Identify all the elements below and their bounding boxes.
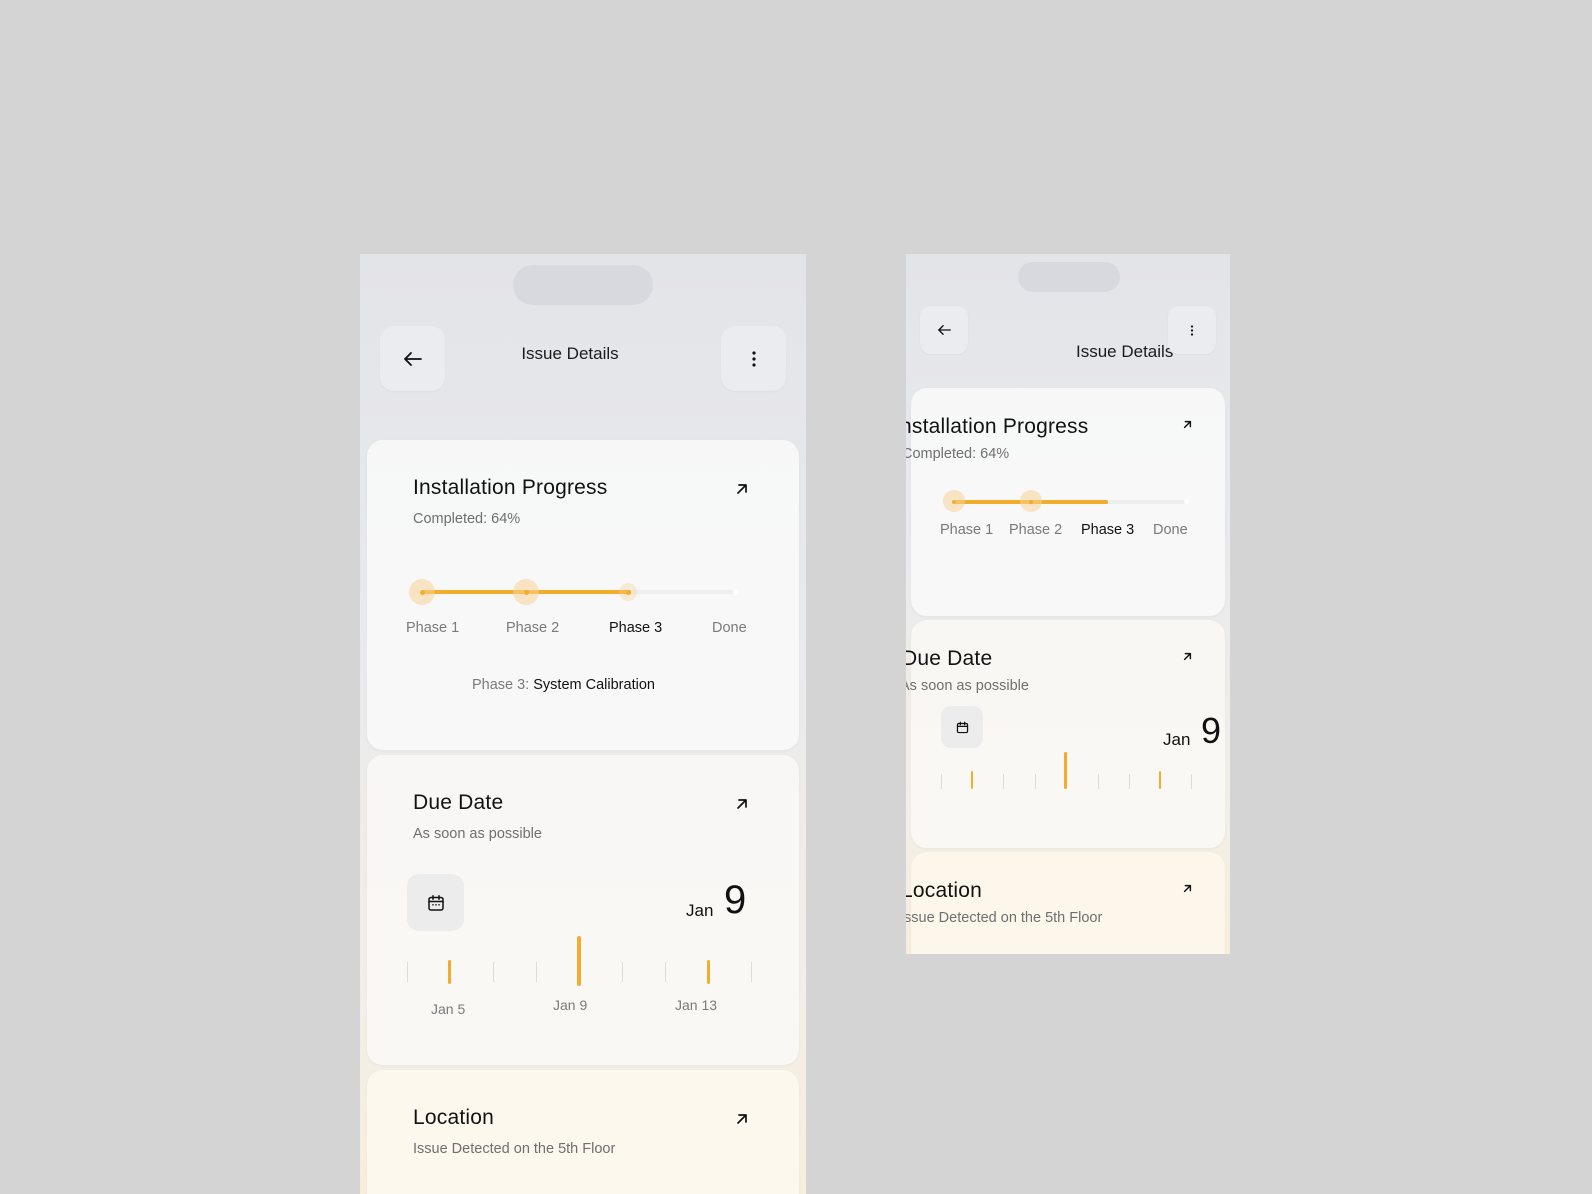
back-button[interactable]: [920, 306, 968, 354]
calendar-icon: [427, 894, 444, 911]
location-card[interactable]: Location Issue Detected on the 5th Floor: [367, 1070, 799, 1194]
phase-label-3: Phase 3: [609, 620, 663, 636]
location-title: Location: [906, 879, 982, 902]
done-dot: [733, 589, 739, 595]
arrow-up-right-icon[interactable]: [733, 1110, 751, 1128]
phase-label-1: Phase 1: [406, 620, 460, 636]
arrow-up-right-icon[interactable]: [1181, 650, 1194, 663]
location-subtitle: Issue Detected on the 5th Floor: [906, 910, 1103, 926]
due-date-card[interactable]: Due Date As soon as possible Jan 9: [906, 620, 1225, 848]
due-date-card[interactable]: Due Date As soon as possible Jan 9 Jan 5…: [367, 755, 799, 1065]
arrow-left-icon: [937, 325, 951, 335]
page-title: Issue Details: [521, 344, 619, 363]
due-date-title: Due Date: [906, 647, 993, 670]
phase-label-done: Done: [1153, 522, 1188, 538]
timeline-tick: [665, 962, 666, 982]
due-date-month: Jan: [686, 901, 714, 920]
installation-progress-card[interactable]: Installation Progress Completed: 64% Pha…: [906, 388, 1225, 616]
due-date-day: 9: [724, 878, 747, 922]
timeline-tick-jan13: [1159, 771, 1161, 789]
timeline-tick-jan5: [448, 960, 451, 984]
location-title: Location: [413, 1106, 494, 1129]
timeline-tick-jan9: [1064, 752, 1067, 789]
timeline-tick: [407, 962, 408, 982]
progress-subtitle: Completed: 64%: [906, 446, 1010, 462]
arrow-up-right-icon[interactable]: [1181, 418, 1194, 431]
timeline-label-jan13: Jan 13: [675, 997, 718, 1013]
timeline-tick-jan13: [707, 960, 710, 984]
dynamic-island: [513, 265, 653, 305]
timeline-tick: [751, 962, 752, 982]
more-options-button[interactable]: [1168, 306, 1216, 354]
timeline-tick: [1035, 774, 1036, 789]
location-subtitle: Issue Detected on the 5th Floor: [413, 1141, 616, 1157]
phase-3-dot: [626, 590, 631, 595]
phase-label-2: Phase 2: [1009, 522, 1063, 538]
phase-label-done: Done: [712, 620, 747, 636]
calendar-button[interactable]: [407, 874, 464, 931]
due-date-day: 9: [1201, 710, 1222, 751]
progress-subtitle: Completed: 64%: [413, 511, 521, 527]
timeline-tick: [941, 774, 942, 789]
due-date-subtitle: As soon as possible: [906, 678, 1029, 694]
phase-2-dot: [1029, 500, 1033, 504]
phase-1-dot: [952, 500, 956, 504]
arrow-up-right-icon[interactable]: [733, 795, 751, 813]
phase-label-1: Phase 1: [940, 522, 994, 538]
timeline-label-jan5: Jan 5: [431, 1001, 466, 1017]
more-vertical-icon: [1190, 324, 1194, 336]
phone-screen-large: Issue Details Installation Progress Comp…: [360, 254, 806, 1194]
arrow-up-right-icon[interactable]: [733, 480, 751, 498]
current-phase-prefix: Phase 3:: [472, 677, 534, 693]
page-title: Issue Details: [1076, 342, 1174, 361]
timeline-tick: [622, 962, 623, 982]
due-date-title: Due Date: [413, 791, 504, 814]
timeline-tick: [1129, 774, 1130, 789]
timeline-tick: [1191, 774, 1192, 789]
timeline-label-jan9: Jan 9: [553, 997, 588, 1013]
phase-2-dot: [524, 590, 529, 595]
timeline-tick: [1098, 774, 1099, 789]
done-dot: [1184, 499, 1189, 504]
more-options-button[interactable]: [721, 326, 786, 391]
installation-progress-card[interactable]: Installation Progress Completed: 64% Pha…: [367, 440, 799, 750]
current-phase-description: Phase 3: System Calibration: [472, 677, 655, 693]
phone-screen-small: Issue Details Installation Progress Comp…: [906, 254, 1230, 954]
phase-label-3: Phase 3: [1081, 522, 1135, 538]
location-card[interactable]: Location Issue Detected on the 5th Floor: [906, 852, 1225, 954]
current-phase-name: System Calibration: [533, 677, 655, 693]
timeline-tick: [536, 962, 537, 982]
due-date-subtitle: As soon as possible: [413, 826, 542, 842]
phase-label-2: Phase 2: [506, 620, 560, 636]
timeline-tick-jan9: [577, 936, 581, 986]
calendar-button[interactable]: [941, 706, 983, 748]
more-vertical-icon: [751, 350, 756, 367]
arrow-up-right-icon[interactable]: [1181, 882, 1194, 895]
progress-title: Installation Progress: [413, 476, 608, 499]
progress-title: Installation Progress: [906, 415, 1089, 438]
timeline-tick: [493, 962, 494, 982]
calendar-icon: [956, 721, 968, 733]
due-date-month: Jan: [1163, 730, 1191, 749]
phase-3-dot: [1104, 500, 1108, 504]
timeline-tick-jan5: [971, 771, 973, 789]
dynamic-island: [1018, 262, 1120, 292]
timeline-tick: [1003, 774, 1004, 789]
phase-1-dot: [420, 590, 425, 595]
